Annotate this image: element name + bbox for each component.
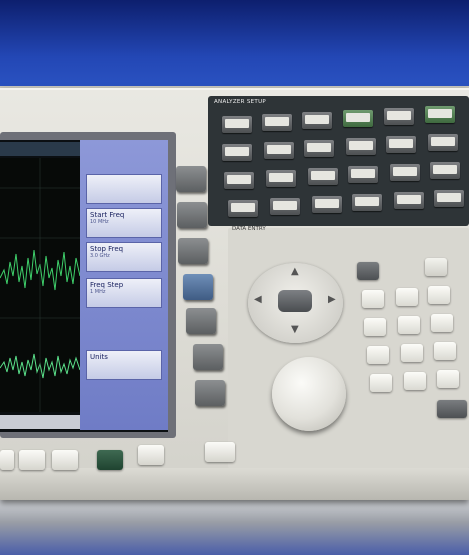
hardware-softkey-5[interactable] [186,308,216,334]
bottom-key-1[interactable] [0,450,14,470]
setup-key-4[interactable] [343,110,373,127]
setup-key-3[interactable] [302,112,332,129]
keypad-key-dot[interactable] [404,372,426,390]
setup-key-7[interactable] [222,144,252,161]
base-backdrop [0,500,469,555]
setup-key-5[interactable] [384,108,414,125]
bottom-key-green[interactable] [97,450,123,470]
softkey-stop-freq[interactable]: Stop Freq 3.0 GHz [86,242,162,272]
setup-key-24[interactable] [434,190,464,207]
blue-backdrop-top [0,0,469,95]
keypad-key-2[interactable] [401,344,423,362]
keypad-key-menu[interactable] [425,258,447,276]
keypad-key-7[interactable] [362,290,384,308]
display-status-bar [0,415,80,429]
bottom-key-2[interactable] [19,450,45,470]
softkey-1[interactable] [86,174,162,204]
data-entry-label: DATA ENTRY [232,226,266,232]
arrow-left-icon[interactable]: ◀ [254,294,262,305]
setup-key-19[interactable] [228,200,258,217]
setup-key-9[interactable] [304,140,334,157]
softkey-freq-step-label: Freq Step [90,281,124,289]
keypad-key-4[interactable] [364,318,386,336]
keypad-key-enter[interactable] [437,400,467,418]
analyzer-setup-label: ANALYZER SETUP [214,99,266,105]
rotary-knob[interactable] [272,357,346,431]
setup-key-6[interactable] [425,106,455,123]
spectrum-trace [0,158,80,412]
softkey-freq-step-value: 1 MHz [90,289,106,295]
data-entry-label-text: DATA ENTRY [232,226,266,232]
softkey-menu-panel: Start Freq 10 MHz Stop Freq 3.0 GHz Freq… [80,140,168,430]
softkey-units[interactable]: Units [86,350,162,380]
enter-key[interactable] [278,290,312,312]
softkey-start-freq-label: Start Freq [90,211,125,219]
softkey-start-freq[interactable]: Start Freq 10 MHz [86,208,162,238]
setup-key-21[interactable] [312,196,342,213]
setup-key-23[interactable] [394,192,424,209]
keypad-key-5[interactable] [398,316,420,334]
arrow-right-icon[interactable]: ▶ [328,294,336,305]
keypad-key-1[interactable] [367,346,389,364]
setup-key-17[interactable] [390,164,420,181]
setup-key-10[interactable] [346,138,376,155]
setup-key-20[interactable] [270,198,300,215]
bottom-key-5[interactable] [205,442,235,462]
setup-key-11[interactable] [386,136,416,153]
display-header [0,142,80,156]
hardware-softkey-1[interactable] [176,166,206,192]
bottom-key-rail [0,468,469,500]
keypad-key-0[interactable] [370,374,392,392]
setup-key-8[interactable] [264,142,294,159]
keypad-key-8[interactable] [396,288,418,306]
softkey-stop-freq-value: 3.0 GHz [90,253,110,259]
softkey-units-label: Units [90,353,108,361]
setup-key-18[interactable] [430,162,460,179]
keypad-key-3[interactable] [434,342,456,360]
keypad-key-hold[interactable] [357,262,379,280]
setup-key-22[interactable] [352,194,382,211]
setup-key-12[interactable] [428,134,458,151]
setup-key-16[interactable] [348,166,378,183]
softkey-stop-freq-label: Stop Freq [90,245,124,253]
keypad-key-9[interactable] [428,286,450,304]
setup-key-1[interactable] [222,116,252,133]
hardware-softkey-6[interactable] [193,344,223,370]
arrow-down-icon[interactable]: ▼ [291,324,299,335]
arrow-up-icon[interactable]: ▲ [291,266,299,277]
setup-key-14[interactable] [266,170,296,187]
softkey-start-freq-value: 10 MHz [90,219,109,225]
bottom-key-4[interactable] [138,445,164,465]
analyzer-setup-label-text: ANALYZER SETUP [214,99,267,105]
hardware-softkey-2[interactable] [177,202,207,228]
bottom-key-3[interactable] [52,450,78,470]
setup-key-13[interactable] [224,172,254,189]
setup-key-2[interactable] [262,114,292,131]
hardware-softkey-7[interactable] [195,380,225,406]
setup-key-15[interactable] [308,168,338,185]
hardware-softkey-3[interactable] [178,238,208,264]
hardware-softkey-4[interactable] [183,274,213,300]
softkey-freq-step[interactable]: Freq Step 1 MHz [86,278,162,308]
keypad-key-minus[interactable] [437,370,459,388]
keypad-key-6[interactable] [431,314,453,332]
